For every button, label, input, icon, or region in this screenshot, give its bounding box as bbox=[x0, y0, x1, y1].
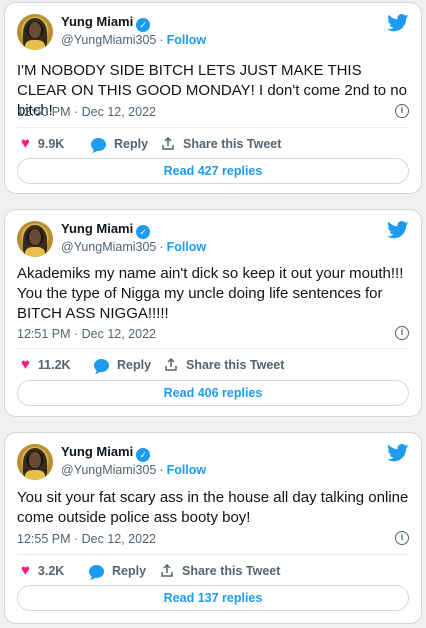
read-replies-button[interactable]: Read 137 replies bbox=[17, 585, 409, 611]
verified-badge-icon: ✓ bbox=[136, 225, 151, 239]
author-name-link[interactable]: Yung Miami ✓ bbox=[61, 221, 151, 239]
tweet-actions: ♥ 3.2K Reply Share this Tweet bbox=[21, 561, 409, 581]
verified-badge-icon: ✓ bbox=[136, 448, 151, 462]
divider bbox=[17, 348, 409, 349]
reply-button[interactable]: Reply bbox=[94, 355, 151, 375]
tweet-actions: ♥ 11.2K Reply Share this Tweet bbox=[21, 355, 409, 375]
share-button[interactable]: Share this Tweet bbox=[164, 355, 284, 375]
author-name: Yung Miami bbox=[61, 444, 134, 459]
share-button[interactable]: Share this Tweet bbox=[161, 134, 281, 154]
tweet-header: Yung Miami ✓ @YungMiami305 · Follow bbox=[17, 221, 409, 261]
heart-icon: ♥ bbox=[21, 356, 30, 373]
verified-badge-icon: ✓ bbox=[136, 18, 151, 32]
read-replies-button[interactable]: Read 406 replies bbox=[17, 380, 409, 406]
info-icon[interactable]: i bbox=[395, 531, 409, 545]
author-handle[interactable]: @YungMiami305 bbox=[61, 240, 156, 254]
follow-button[interactable]: Follow bbox=[167, 33, 207, 47]
author-handle[interactable]: @YungMiami305 bbox=[61, 463, 156, 477]
twitter-bird-icon[interactable] bbox=[387, 14, 409, 32]
heart-icon: ♥ bbox=[21, 562, 30, 579]
reply-bubble-icon bbox=[94, 358, 109, 372]
like-count: 3.2K bbox=[37, 564, 65, 578]
info-icon[interactable]: i bbox=[395, 104, 409, 118]
tweet-header: Yung Miami ✓ @YungMiami305 · Follow bbox=[17, 444, 409, 484]
share-label: Share this Tweet bbox=[182, 564, 281, 578]
author-handle[interactable]: @YungMiami305 bbox=[61, 33, 156, 47]
share-label: Share this Tweet bbox=[183, 137, 282, 151]
reply-bubble-icon bbox=[91, 137, 106, 151]
like-count: 11.2K bbox=[37, 358, 71, 372]
tweet-timestamp[interactable]: 12:55 PM · Dec 12, 2022 bbox=[17, 531, 156, 547]
avatar[interactable] bbox=[17, 14, 53, 50]
reply-label: Reply bbox=[112, 564, 147, 578]
author-name-link[interactable]: Yung Miami ✓ bbox=[61, 444, 151, 462]
share-label: Share this Tweet bbox=[186, 358, 285, 372]
avatar[interactable] bbox=[17, 221, 53, 257]
like-button[interactable]: ♥ 11.2K bbox=[21, 355, 71, 375]
reply-button[interactable]: Reply bbox=[89, 561, 146, 581]
tweet-text: You sit your fat scary ass in the house … bbox=[17, 489, 409, 526]
tweet-actions: ♥ 9.9K Reply Share this Tweet bbox=[21, 134, 409, 154]
avatar[interactable] bbox=[17, 444, 53, 480]
follow-button[interactable]: Follow bbox=[167, 463, 207, 477]
like-button[interactable]: ♥ 9.9K bbox=[21, 134, 64, 154]
twitter-bird-icon[interactable] bbox=[387, 221, 409, 239]
tweet-timestamp[interactable]: 12:51 PM · Dec 12, 2022 bbox=[17, 326, 156, 342]
reply-label: Reply bbox=[114, 137, 149, 151]
share-upload-icon bbox=[161, 564, 173, 577]
author-handle-row: @YungMiami305 · Follow bbox=[61, 240, 207, 254]
tweet-card-1: Yung Miami ✓ @YungMiami305 · Follow I'M NOB… bbox=[4, 2, 422, 194]
heart-icon: ♥ bbox=[21, 135, 30, 152]
author-name-link[interactable]: Yung Miami ✓ bbox=[61, 14, 151, 32]
author-handle-row: @YungMiami305 · Follow bbox=[61, 463, 207, 477]
tweet-text: Akademiks my name ain't dick so keep it … bbox=[17, 265, 404, 322]
divider bbox=[17, 127, 409, 128]
share-button[interactable]: Share this Tweet bbox=[160, 561, 280, 581]
reply-button[interactable]: Reply bbox=[91, 134, 148, 154]
author-name: Yung Miami bbox=[61, 14, 134, 29]
reply-label: Reply bbox=[117, 358, 152, 372]
follow-button[interactable]: Follow bbox=[167, 240, 207, 254]
author-name: Yung Miami bbox=[61, 221, 134, 236]
twitter-bird-icon[interactable] bbox=[387, 444, 409, 462]
tweet-card-2: Yung Miami ✓ @YungMiami305 · Follow Akademi… bbox=[4, 209, 422, 417]
tweet-card-3: Yung Miami ✓ @YungMiami305 · Follow You sit… bbox=[4, 432, 422, 624]
info-icon[interactable]: i bbox=[395, 326, 409, 340]
author-handle-row: @YungMiami305 · Follow bbox=[61, 33, 207, 47]
like-count: 9.9K bbox=[37, 137, 65, 151]
tweet-timestamp[interactable]: 12:50 PM · Dec 12, 2022 bbox=[17, 104, 156, 120]
divider bbox=[17, 554, 409, 555]
like-button[interactable]: ♥ 3.2K bbox=[21, 561, 64, 581]
reply-bubble-icon bbox=[89, 564, 104, 578]
read-replies-button[interactable]: Read 427 replies bbox=[17, 158, 409, 184]
tweet-header: Yung Miami ✓ @YungMiami305 · Follow bbox=[17, 14, 409, 54]
share-upload-icon bbox=[162, 137, 174, 150]
share-upload-icon bbox=[165, 358, 177, 371]
